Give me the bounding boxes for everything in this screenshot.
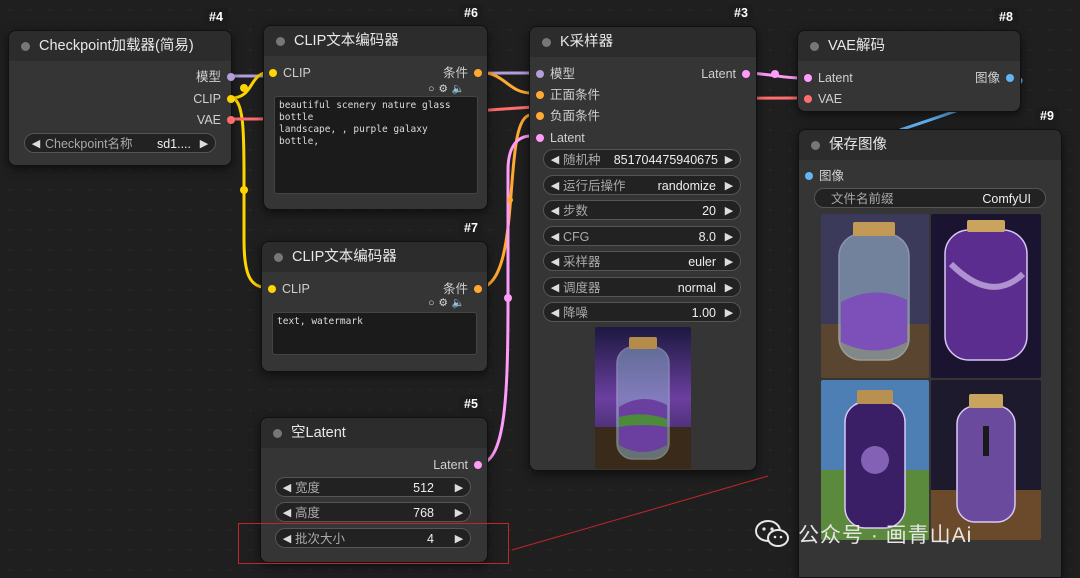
node-title: VAE解码 <box>798 31 1020 61</box>
watermark-text: 公众号 · 画青山Ai <box>798 524 973 547</box>
arrow-left-icon: ◀ <box>550 256 560 268</box>
clip-text-encoder-positive-node[interactable]: CLIP文本编码器 CLIP 条件 ○⚙🔈 beautiful scenery … <box>263 25 488 210</box>
watermark: 公众号 · 画青山Ai <box>754 514 972 554</box>
collapse-dot-icon[interactable] <box>273 429 282 438</box>
arrow-left-icon: ◀ <box>282 507 292 519</box>
ksampler-node[interactable]: K采样器 模型 正面条件 负面条件 Latent Latent ◀ 随机种 8517… <box>529 26 757 471</box>
widget-icons[interactable]: ○⚙🔈 <box>428 82 469 95</box>
arrow-right-icon: ▶ <box>724 256 734 268</box>
node-id-5: #5 <box>459 395 483 413</box>
arrow-right-icon: ▶ <box>199 138 209 150</box>
arrow-right-icon: ▶ <box>454 507 464 519</box>
node-id-8: #8 <box>994 8 1018 26</box>
filename-prefix-widget[interactable]: 文件名前缀 ComfyUI <box>814 188 1046 208</box>
batch-size-highlight-box <box>238 523 509 564</box>
output-conditioning[interactable]: 条件 <box>443 281 482 297</box>
arrow-right-icon: ▶ <box>724 205 734 217</box>
node-id-7: #7 <box>459 219 483 237</box>
node-id-3: #3 <box>729 4 753 22</box>
arrow-left-icon: ◀ <box>550 205 560 217</box>
collapse-dot-icon[interactable] <box>274 253 283 262</box>
arrow-right-icon: ▶ <box>724 180 734 192</box>
scheduler-widget[interactable]: ◀ 调度器 normal ▶ <box>543 277 741 297</box>
annotation-arrow <box>511 475 769 551</box>
seed-widget[interactable]: ◀ 随机种 851704475940675 ▶ <box>543 149 741 169</box>
collapse-dot-icon[interactable] <box>276 37 285 46</box>
input-latent[interactable]: Latent <box>804 70 853 86</box>
input-latent[interactable]: Latent <box>536 130 585 146</box>
height-widget[interactable]: ◀ 高度 768 ▶ <box>275 502 471 522</box>
output-image[interactable]: 图像 <box>975 70 1014 86</box>
speaker-icon: 🔈 <box>451 297 469 309</box>
arrow-right-icon: ▶ <box>724 282 734 294</box>
node-title: CLIP文本编码器 <box>262 242 487 272</box>
output-image-1 <box>821 214 929 378</box>
widget-icons[interactable]: ○⚙🔈 <box>428 296 469 309</box>
prompt-textarea[interactable]: beautiful scenery nature glass bottle la… <box>274 96 478 194</box>
wechat-icon <box>755 520 789 547</box>
speaker-icon: 🔈 <box>451 83 469 95</box>
denoise-widget[interactable]: ◀ 降噪 1.00 ▶ <box>543 302 741 322</box>
arrow-right-icon: ▶ <box>724 307 734 319</box>
output-latent[interactable]: Latent <box>433 457 482 473</box>
gear-icon: ⚙ <box>438 297 452 309</box>
arrow-left-icon: ◀ <box>550 282 560 294</box>
input-negative[interactable]: 负面条件 <box>536 108 600 124</box>
width-widget[interactable]: ◀ 宽度 512 ▶ <box>275 477 471 497</box>
output-model[interactable]: 模型 <box>196 69 235 85</box>
checkpoint-name-widget[interactable]: ◀ Checkpoint名称 sd1.... ▶ <box>24 133 216 153</box>
arrow-left-icon: ◀ <box>550 180 560 192</box>
circle-icon: ○ <box>428 297 439 309</box>
collapse-dot-icon[interactable] <box>810 42 819 51</box>
steps-widget[interactable]: ◀ 步数 20 ▶ <box>543 200 741 220</box>
checkpoint-loader-node[interactable]: Checkpoint加载器(简易) 模型 CLIP VAE ◀ Checkpoin… <box>8 30 235 166</box>
input-clip[interactable]: CLIP <box>268 281 310 297</box>
arrow-left-icon: ◀ <box>550 307 560 319</box>
sampler-widget[interactable]: ◀ 采样器 euler ▶ <box>543 251 741 271</box>
node-title: 保存图像 <box>799 130 1061 160</box>
node-id-9: #9 <box>1035 107 1059 125</box>
node-title: CLIP文本编码器 <box>264 26 487 56</box>
collapse-dot-icon[interactable] <box>542 38 551 47</box>
node-id-4: #4 <box>204 8 228 26</box>
output-image-2 <box>931 214 1041 378</box>
output-vae[interactable]: VAE <box>197 112 235 128</box>
circle-icon: ○ <box>428 83 439 95</box>
save-image-node[interactable]: 保存图像 图像 文件名前缀 ComfyUI <box>798 129 1062 578</box>
arrow-right-icon: ▶ <box>724 154 734 166</box>
preview-image <box>595 327 691 469</box>
output-conditioning[interactable]: 条件 <box>443 65 482 81</box>
output-clip[interactable]: CLIP <box>193 91 235 107</box>
collapse-dot-icon[interactable] <box>811 141 820 150</box>
node-title: Checkpoint加载器(简易) <box>9 31 231 61</box>
input-image[interactable]: 图像 <box>805 168 844 184</box>
vae-decode-node[interactable]: VAE解码 Latent VAE 图像 <box>797 30 1021 112</box>
input-vae[interactable]: VAE <box>804 91 842 107</box>
arrow-right-icon: ▶ <box>724 231 734 243</box>
clip-text-encoder-negative-node[interactable]: CLIP文本编码器 CLIP 条件 ○⚙🔈 text, watermark <box>261 241 488 372</box>
output-latent[interactable]: Latent <box>701 66 750 82</box>
input-clip[interactable]: CLIP <box>269 65 311 81</box>
node-id-6: #6 <box>459 4 483 22</box>
input-model[interactable]: 模型 <box>536 66 575 82</box>
input-positive[interactable]: 正面条件 <box>536 87 600 103</box>
arrow-left-icon: ◀ <box>31 138 41 150</box>
arrow-left-icon: ◀ <box>550 154 560 166</box>
node-title: 空Latent <box>261 418 487 448</box>
node-title: K采样器 <box>530 27 756 57</box>
control-after-generate-widget[interactable]: ◀ 运行后操作 randomize ▶ <box>543 175 741 195</box>
arrow-right-icon: ▶ <box>454 482 464 494</box>
cfg-widget[interactable]: ◀ CFG 8.0 ▶ <box>543 226 741 246</box>
arrow-left-icon: ◀ <box>282 482 292 494</box>
collapse-dot-icon[interactable] <box>21 42 30 51</box>
arrow-left-icon: ◀ <box>550 231 560 243</box>
gear-icon: ⚙ <box>438 83 452 95</box>
negative-prompt-textarea[interactable]: text, watermark <box>272 312 477 355</box>
